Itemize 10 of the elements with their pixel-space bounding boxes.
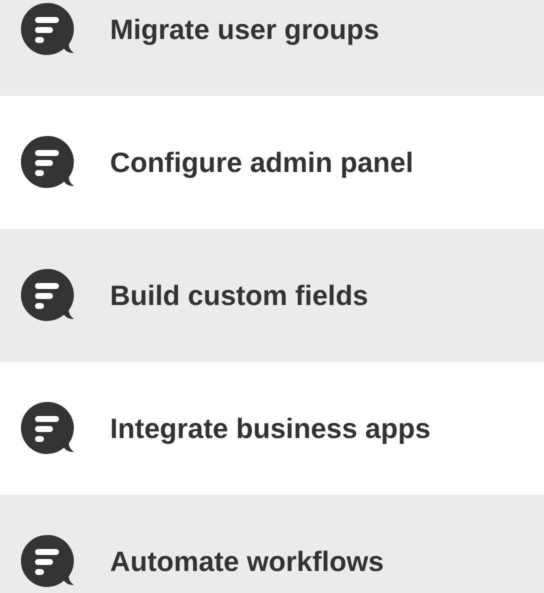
item-title: Build custom fields [110,278,368,312]
chat-bubble-icon [21,535,75,588]
chat-bubble-icon [21,402,75,455]
chat-bubble-icon [21,136,75,189]
chat-bubble-icon [21,3,75,56]
item-title: Migrate user groups [110,12,380,47]
item-title: Configure admin panel [110,146,414,180]
item-title: Integrate business apps [110,412,431,446]
chat-bubble-icon [21,269,75,322]
item-title: Automate workflows [110,544,384,578]
